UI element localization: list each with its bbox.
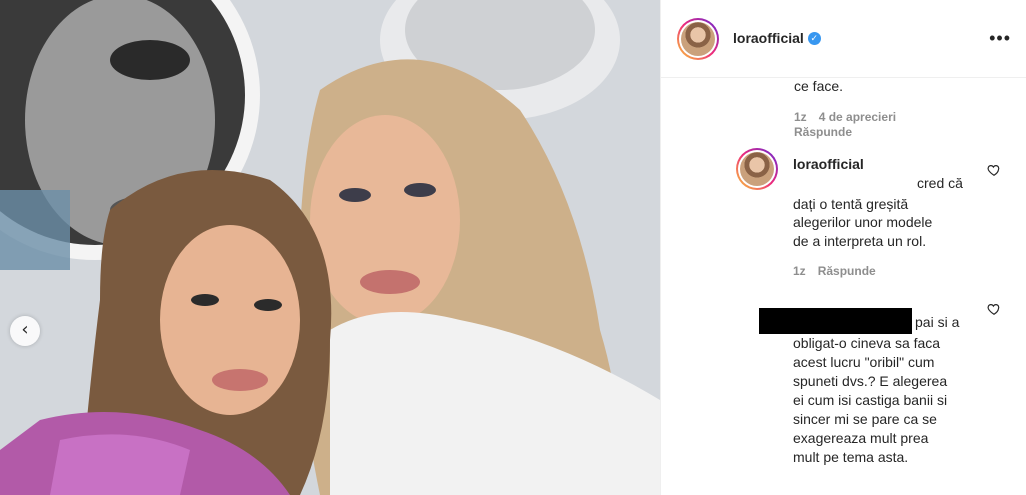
third-comment-line-8: mult pe tema asta. [793,449,909,465]
third-comment-line-5: ei cum isi castiga banii si [793,392,948,408]
reply-avatar-image [740,152,774,186]
verified-icon: ✓ [807,32,821,46]
avatar[interactable] [677,18,719,60]
comments-panel: loraofficial ✓ ••• ce face. 1z 4 de apreci… [660,0,1026,495]
comment-text-tail: ce face. [794,78,844,94]
like-heart-icon[interactable] [987,302,1001,316]
post-photo[interactable]: ‹ [0,0,660,495]
third-comment-line-1: pai si a [915,314,960,330]
third-comment-line-2: obligat-o cineva sa faca [793,335,941,351]
avatar-image [681,22,715,56]
previous-image-button[interactable]: ‹ [10,316,40,346]
header-username[interactable]: loraofficial [733,30,804,46]
comment-meta: 1z 4 de aprecieri [794,110,908,124]
reply-username[interactable]: loraofficial [793,156,864,172]
third-comment-line-4: spuneti dvs.? E alegerea [793,373,948,389]
third-comment-line-3: acest lucru "oribil" cum [793,354,935,370]
post-header: loraofficial ✓ ••• [661,0,1026,78]
reply-time[interactable]: 1z [793,264,806,278]
photo-illustration [0,0,660,495]
reply-button[interactable]: Răspunde [794,125,852,139]
comment-likes[interactable]: 4 de aprecieri [819,110,896,124]
third-comment-line-7: exagereaza mult prea [793,430,929,446]
redacted-username [759,308,912,334]
reply-line-3: alegerilor unor modele [793,214,933,230]
ellipsis-icon: ••• [989,28,1011,48]
reply-line-1: cred că [917,175,963,191]
reply-line-2: dați o tentă greșită [793,196,909,212]
reply-line-4: de a interpreta un rol. [793,233,927,249]
reply-reply-button[interactable]: Răspunde [818,264,876,278]
like-heart-icon[interactable] [987,163,1001,177]
reply-avatar[interactable] [736,148,778,190]
more-options-button[interactable]: ••• [989,28,1011,49]
chevron-left-icon: ‹ [21,319,29,340]
reply-meta: 1z Răspunde [793,264,888,278]
third-comment-line-6: sincer mi se pare ca se [793,411,937,427]
comment-time[interactable]: 1z [794,110,807,124]
